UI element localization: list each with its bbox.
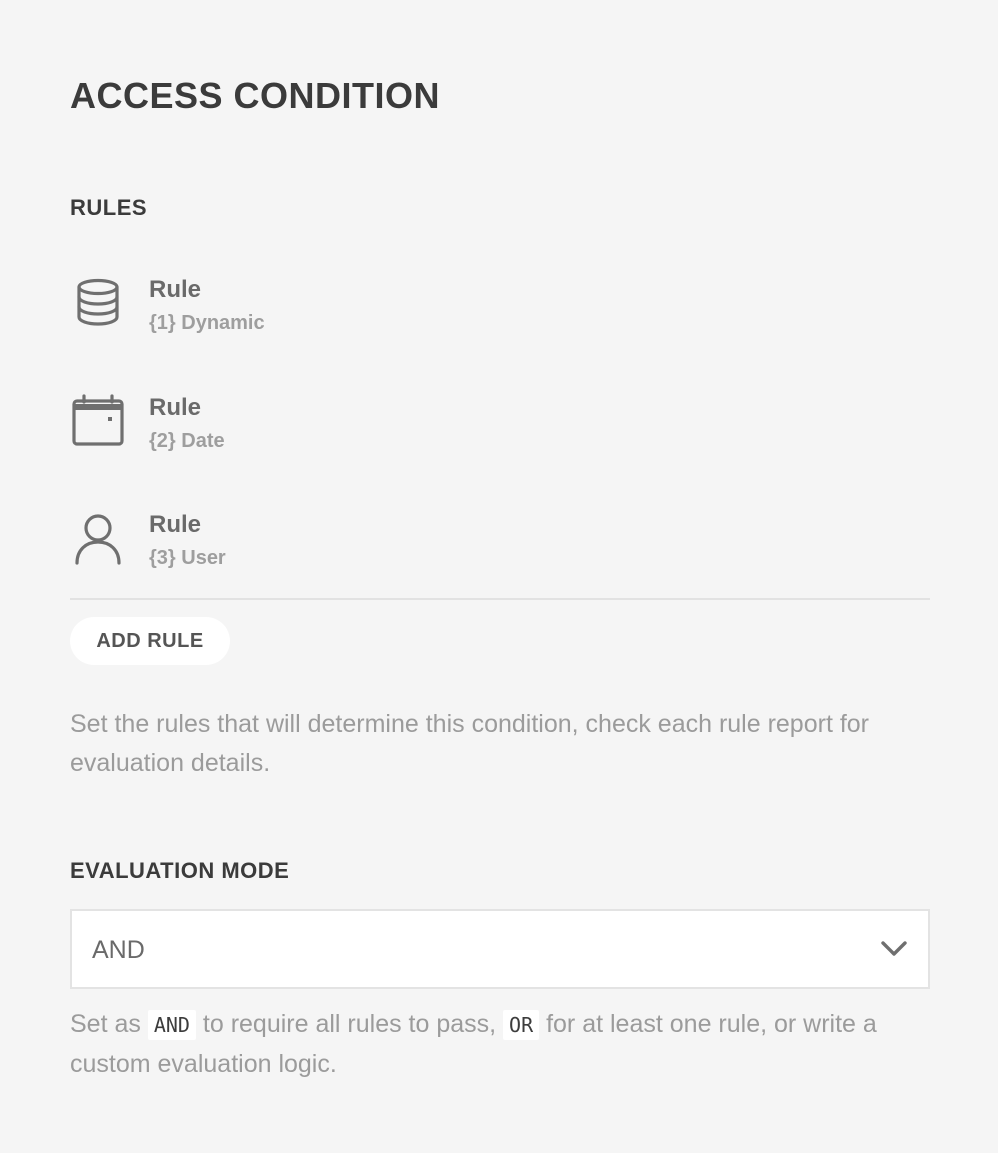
help-text-part: to require all rules to pass, — [195, 1010, 504, 1038]
evaluation-mode-title: EVALUATION MODE — [70, 858, 290, 883]
rules-help-text: Set the rules that will determine this c… — [70, 710, 870, 777]
rule-name: Rule — [149, 394, 202, 421]
rule-detail: {3} User — [149, 547, 226, 569]
evaluation-mode-select[interactable]: AND — [70, 909, 930, 989]
code-or: OR — [503, 1010, 540, 1040]
rules-section-title: RULES — [70, 195, 148, 220]
chevron-down-icon — [880, 937, 908, 961]
rule-name: Rule — [149, 511, 202, 538]
calendar-icon — [70, 393, 126, 449]
rule-item-dynamic[interactable]: Rule {1} Dynamic — [70, 275, 930, 355]
database-icon — [70, 275, 126, 331]
rule-detail: {2} Date — [149, 430, 225, 452]
rule-detail: {1} Dynamic — [149, 312, 265, 334]
user-icon — [70, 510, 126, 566]
add-rule-button[interactable]: ADD RULE — [70, 617, 230, 665]
rule-item-date[interactable]: Rule {2} Date — [70, 393, 930, 473]
rule-item-user[interactable]: Rule {3} User — [70, 510, 930, 590]
code-and: AND — [147, 1010, 196, 1040]
page-title: ACCESS CONDITION — [70, 75, 441, 116]
help-text-part: Set as — [70, 1010, 148, 1038]
evaluation-mode-value: AND — [92, 936, 145, 964]
rule-name: Rule — [149, 276, 202, 303]
evaluation-help-text: Set as AND to require all rules to pass,… — [70, 1005, 930, 1084]
rules-divider — [70, 598, 930, 600]
